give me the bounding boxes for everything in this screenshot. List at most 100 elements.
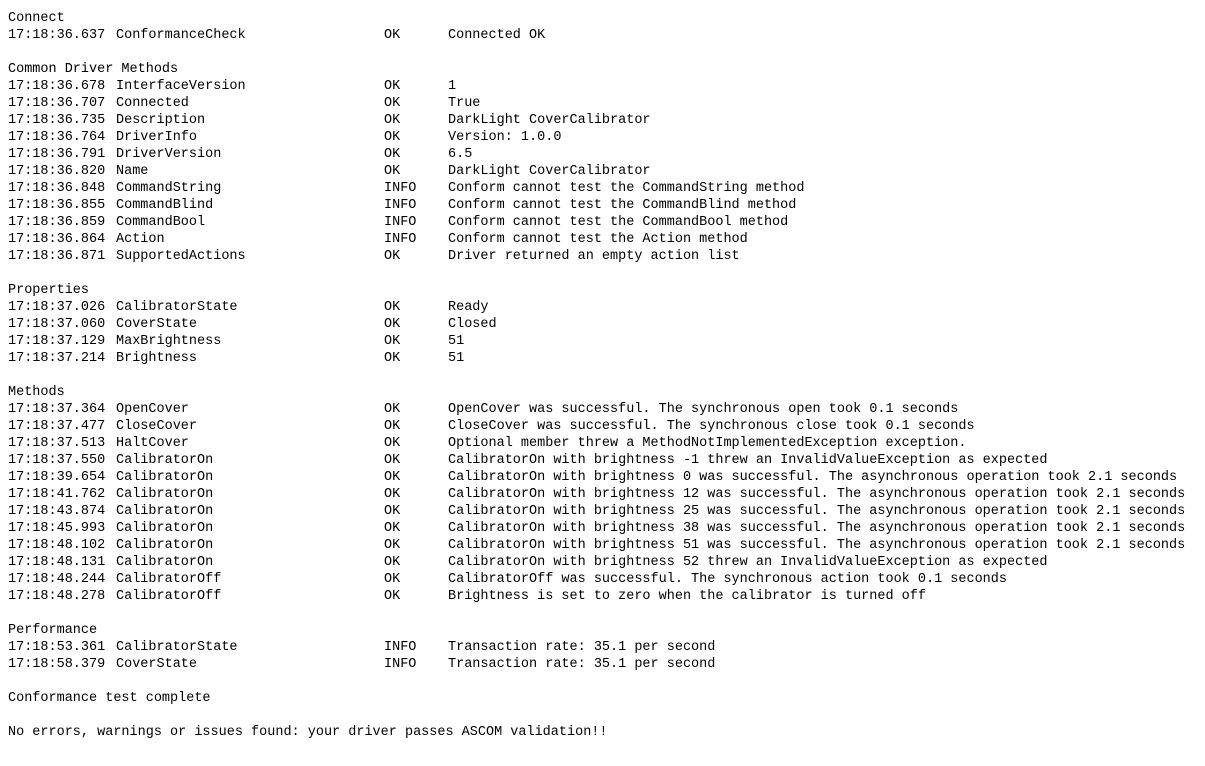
- log-status: INFO: [384, 656, 448, 673]
- log-test-name: CommandBlind: [116, 197, 384, 214]
- log-message: Conform cannot test the CommandBool meth…: [448, 214, 1197, 231]
- log-timestamp: 17:18:36.791: [8, 146, 116, 163]
- log-row: 17:18:45.993CalibratorOnOKCalibratorOn w…: [8, 520, 1197, 537]
- log-message: 6.5: [448, 146, 1197, 163]
- log-status: OK: [384, 452, 448, 469]
- log-timestamp: 17:18:39.654: [8, 469, 116, 486]
- log-timestamp: 17:18:45.993: [8, 520, 116, 537]
- log-row: 17:18:43.874CalibratorOnOKCalibratorOn w…: [8, 503, 1197, 520]
- log-test-name: CalibratorOn: [116, 537, 384, 554]
- log-row: 17:18:36.735DescriptionOKDarkLight Cover…: [8, 112, 1197, 129]
- log-status: OK: [384, 401, 448, 418]
- log-message: Transaction rate: 35.1 per second: [448, 656, 1197, 673]
- log-row: 17:18:37.026CalibratorStateOKReady: [8, 299, 1197, 316]
- log-status: OK: [384, 333, 448, 350]
- log-message: CalibratorOn with brightness 25 was succ…: [448, 503, 1197, 520]
- section-header: Properties: [8, 282, 1197, 299]
- log-message: CalibratorOn with brightness 52 threw an…: [448, 554, 1197, 571]
- section-header: Common Driver Methods: [8, 61, 1197, 78]
- log-status: OK: [384, 554, 448, 571]
- log-message: 1: [448, 78, 1197, 95]
- log-test-name: CoverState: [116, 316, 384, 333]
- log-status: INFO: [384, 231, 448, 248]
- log-test-name: CloseCover: [116, 418, 384, 435]
- log-timestamp: 17:18:36.855: [8, 197, 116, 214]
- log-timestamp: 17:18:37.364: [8, 401, 116, 418]
- log-test-name: CalibratorOn: [116, 554, 384, 571]
- log-timestamp: 17:18:37.060: [8, 316, 116, 333]
- log-timestamp: 17:18:43.874: [8, 503, 116, 520]
- log-timestamp: 17:18:36.678: [8, 78, 116, 95]
- log-test-name: CalibratorState: [116, 639, 384, 656]
- log-timestamp: 17:18:48.102: [8, 537, 116, 554]
- log-status: OK: [384, 163, 448, 180]
- log-message: Brightness is set to zero when the calib…: [448, 588, 1197, 605]
- log-timestamp: 17:18:36.707: [8, 95, 116, 112]
- log-timestamp: 17:18:36.848: [8, 180, 116, 197]
- log-test-name: ConformanceCheck: [116, 27, 384, 44]
- log-row: 17:18:39.654CalibratorOnOKCalibratorOn w…: [8, 469, 1197, 486]
- log-status: OK: [384, 503, 448, 520]
- log-timestamp: 17:18:53.361: [8, 639, 116, 656]
- log-row: 17:18:36.848CommandStringINFOConform can…: [8, 180, 1197, 197]
- log-status: OK: [384, 129, 448, 146]
- section-header: Methods: [8, 384, 1197, 401]
- log-row: 17:18:37.513HaltCoverOKOptional member t…: [8, 435, 1197, 452]
- log-status: OK: [384, 27, 448, 44]
- log-test-name: DriverVersion: [116, 146, 384, 163]
- log-row: 17:18:53.361CalibratorStateINFOTransacti…: [8, 639, 1197, 656]
- log-row: 17:18:48.102CalibratorOnOKCalibratorOn w…: [8, 537, 1197, 554]
- log-message: CalibratorOn with brightness 38 was succ…: [448, 520, 1197, 537]
- log-status: OK: [384, 469, 448, 486]
- log-row: 17:18:36.637ConformanceCheckOKConnected …: [8, 27, 1197, 44]
- log-message: CalibratorOn with brightness 12 was succ…: [448, 486, 1197, 503]
- log-timestamp: 17:18:36.871: [8, 248, 116, 265]
- log-test-name: InterfaceVersion: [116, 78, 384, 95]
- log-timestamp: 17:18:37.477: [8, 418, 116, 435]
- log-row: 17:18:48.244CalibratorOffOKCalibratorOff…: [8, 571, 1197, 588]
- log-message: CloseCover was successful. The synchrono…: [448, 418, 1197, 435]
- log-row: 17:18:36.707ConnectedOKTrue: [8, 95, 1197, 112]
- log-message: CalibratorOn with brightness -1 threw an…: [448, 452, 1197, 469]
- log-status: OK: [384, 537, 448, 554]
- log-test-name: CalibratorOn: [116, 520, 384, 537]
- log-timestamp: 17:18:48.244: [8, 571, 116, 588]
- log-status: OK: [384, 248, 448, 265]
- log-test-name: HaltCover: [116, 435, 384, 452]
- log-message: Closed: [448, 316, 1197, 333]
- log-row: 17:18:37.477CloseCoverOKCloseCover was s…: [8, 418, 1197, 435]
- log-message: CalibratorOn with brightness 51 was succ…: [448, 537, 1197, 554]
- log-test-name: CalibratorState: [116, 299, 384, 316]
- log-timestamp: 17:18:37.214: [8, 350, 116, 367]
- log-message: Optional member threw a MethodNotImpleme…: [448, 435, 1197, 452]
- log-timestamp: 17:18:36.764: [8, 129, 116, 146]
- log-row: 17:18:36.678InterfaceVersionOK1: [8, 78, 1197, 95]
- log-row: 17:18:37.550CalibratorOnOKCalibratorOn w…: [8, 452, 1197, 469]
- log-message: DarkLight CoverCalibrator: [448, 163, 1197, 180]
- log-message: Ready: [448, 299, 1197, 316]
- log-test-name: Action: [116, 231, 384, 248]
- log-status: OK: [384, 112, 448, 129]
- log-timestamp: 17:18:37.026: [8, 299, 116, 316]
- log-status: OK: [384, 299, 448, 316]
- log-status: OK: [384, 520, 448, 537]
- log-message: 51: [448, 350, 1197, 367]
- log-test-name: CommandBool: [116, 214, 384, 231]
- log-status: OK: [384, 146, 448, 163]
- log-status: INFO: [384, 214, 448, 231]
- log-row: 17:18:48.131CalibratorOnOKCalibratorOn w…: [8, 554, 1197, 571]
- log-message: Driver returned an empty action list: [448, 248, 1197, 265]
- log-status: OK: [384, 316, 448, 333]
- log-test-name: CoverState: [116, 656, 384, 673]
- log-row: 17:18:41.762CalibratorOnOKCalibratorOn w…: [8, 486, 1197, 503]
- log-timestamp: 17:18:36.859: [8, 214, 116, 231]
- log-test-name: Connected: [116, 95, 384, 112]
- log-test-name: MaxBrightness: [116, 333, 384, 350]
- log-timestamp: 17:18:58.379: [8, 656, 116, 673]
- log-timestamp: 17:18:37.550: [8, 452, 116, 469]
- log-row: 17:18:37.060CoverStateOKClosed: [8, 316, 1197, 333]
- test-complete-message: Conformance test complete: [8, 690, 1197, 707]
- log-timestamp: 17:18:37.513: [8, 435, 116, 452]
- log-row: 17:18:36.859CommandBoolINFOConform canno…: [8, 214, 1197, 231]
- log-status: OK: [384, 350, 448, 367]
